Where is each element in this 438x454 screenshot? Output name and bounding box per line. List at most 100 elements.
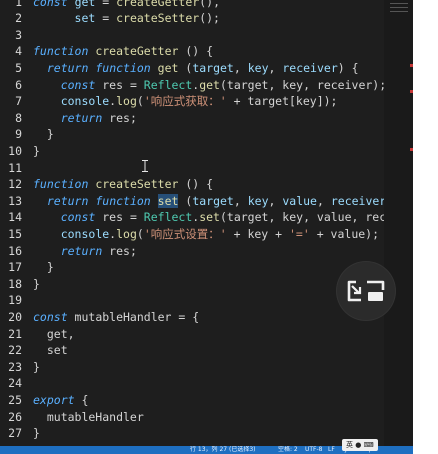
ime-mode-icon[interactable]: ●	[355, 441, 361, 449]
code-editor[interactable]: 1 const get = createGetter(), 2 set = crea…	[0, 0, 384, 446]
code-line[interactable]: 2 set = createSetter();	[0, 10, 220, 27]
code-line[interactable]: 7 console.log('响应式获取：' + target[key]);	[0, 93, 337, 110]
code-token: createGetter	[116, 0, 200, 9]
code-token: return	[46, 193, 89, 208]
code-token: + key +	[226, 226, 289, 241]
code-text: set	[33, 343, 68, 357]
code-token: (	[178, 193, 193, 208]
code-token: target	[192, 193, 234, 208]
code-token: '响应式设置：'	[143, 226, 227, 241]
line-number: 25	[8, 392, 22, 407]
code-text: }	[33, 426, 40, 440]
line-number: 14	[8, 210, 22, 225]
line-number: 27	[8, 426, 22, 441]
code-line[interactable]: 8 return res;	[0, 110, 137, 127]
code-token: get	[157, 60, 179, 75]
code-token: receiver	[330, 193, 384, 208]
minimap[interactable]	[390, 0, 408, 20]
line-number: 20	[8, 309, 22, 324]
code-line[interactable]: 5 return function get (target, key, rece…	[0, 60, 359, 77]
code-token: () {	[178, 177, 214, 192]
line-number: 13	[8, 193, 22, 208]
code-text: return function get (target, key, receiv…	[33, 61, 359, 75]
code-token: ) {	[337, 60, 359, 75]
code-token: get	[74, 0, 96, 9]
code-text: }	[33, 260, 54, 274]
code-text: const res = Reflect.get(target, key, rec…	[33, 78, 384, 92]
line-number: 18	[8, 276, 22, 291]
code-text: return function set (target, key, value,…	[33, 193, 384, 208]
code-line[interactable]: 3	[0, 27, 33, 44]
code-token: export	[33, 392, 75, 407]
line-number: 17	[8, 260, 22, 275]
code-line[interactable]: 25 export {	[0, 392, 88, 409]
code-line[interactable]: 22 set	[0, 342, 68, 359]
code-line[interactable]: 21 get,	[0, 326, 75, 343]
code-token: set	[74, 11, 96, 26]
picture-in-picture-icon	[347, 280, 385, 302]
eol-setting[interactable]: LF	[328, 446, 335, 454]
code-token: }	[33, 426, 40, 441]
code-token: (	[178, 60, 193, 75]
code-token: '响应式获取：'	[143, 94, 227, 109]
line-number: 23	[8, 359, 22, 374]
code-token: + value);	[309, 226, 380, 241]
code-line[interactable]: 11	[0, 160, 33, 177]
code-text: }	[33, 127, 54, 141]
editor-scrollbar[interactable]	[384, 0, 413, 446]
code-line[interactable]: 20 const mutableHandler = {	[0, 309, 199, 326]
code-line[interactable]: 14 const res = Reflect.set(target, key, …	[0, 209, 384, 226]
code-line[interactable]: 13 return function set (target, key, val…	[0, 193, 384, 210]
code-line[interactable]: 4 function createGetter () {	[0, 43, 213, 60]
line-number: 24	[8, 376, 22, 391]
ime-toolbar[interactable]: 英 ● ⌨	[342, 439, 378, 451]
keyboard-icon[interactable]: ⌨	[364, 441, 374, 449]
code-line[interactable]: 6 const res = Reflect.get(target, key, r…	[0, 77, 384, 94]
code-line[interactable]: 15 console.log('响应式设置：' + key + '=' + va…	[0, 226, 379, 243]
code-line[interactable]: 10}	[0, 143, 40, 160]
code-line[interactable]: 18}	[0, 276, 40, 293]
code-line[interactable]: 17 }	[0, 259, 54, 276]
code-token: get,	[33, 326, 75, 341]
code-text: set = createSetter();	[33, 11, 220, 25]
code-line[interactable]: 27}	[0, 425, 40, 442]
code-token: mutableHandler = {	[67, 309, 200, 324]
ime-language[interactable]: 英	[346, 441, 353, 449]
code-token: get	[199, 77, 220, 92]
code-token: function	[33, 177, 89, 192]
code-token: set	[33, 343, 68, 358]
code-token: receiver	[282, 60, 338, 75]
code-token: return	[60, 110, 103, 125]
code-line[interactable]: 9 }	[0, 126, 54, 143]
line-number: 12	[8, 177, 22, 192]
code-line[interactable]: 24	[0, 375, 33, 392]
code-line[interactable]: 26 mutableHandler	[0, 409, 144, 426]
code-line[interactable]: 16 return res;	[0, 243, 137, 260]
code-token: function	[95, 60, 151, 75]
code-token: ,	[268, 60, 283, 75]
line-number: 4	[15, 44, 22, 59]
code-line[interactable]: 1 const get = createGetter(),	[0, 0, 220, 10]
cursor-position[interactable]: 行 13，列 27 (已选择3)	[190, 446, 256, 454]
code-line[interactable]: 12 function createSetter () {	[0, 176, 213, 193]
line-number: 19	[8, 293, 22, 308]
encoding-setting[interactable]: UTF-8	[305, 446, 323, 454]
picture-in-picture-button[interactable]	[337, 262, 395, 320]
indent-setting[interactable]: 空格: 2	[278, 446, 298, 454]
code-token: log	[116, 94, 137, 109]
code-line[interactable]: 19	[0, 292, 33, 309]
code-line[interactable]: 23}	[0, 359, 40, 376]
code-token: log	[116, 226, 137, 241]
code-text: function createGetter () {	[33, 44, 213, 58]
line-number: 7	[15, 94, 22, 109]
code-token: ,	[316, 193, 331, 208]
code-token: set	[199, 210, 220, 225]
